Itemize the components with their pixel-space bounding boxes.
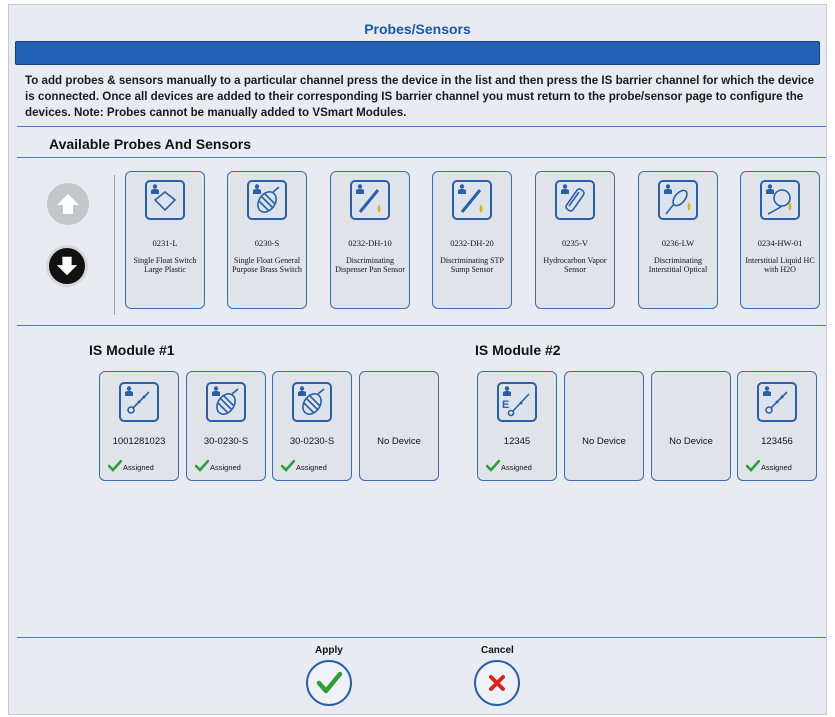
check-icon [195, 460, 209, 472]
probe-e-icon: E [497, 382, 537, 422]
svg-text:E: E [502, 399, 509, 411]
probe-card-0230-s[interactable]: 0230-S Single Float General Purpose Brass… [227, 171, 307, 309]
divider [17, 157, 826, 158]
optical-sensor-icon [658, 180, 698, 220]
check-icon [281, 460, 295, 472]
module-1-slot-1[interactable]: 1001281023 Assigned [99, 371, 179, 481]
probe-card-0236-lw[interactable]: 0236-LW Discriminating Interstitial Optic… [638, 171, 718, 309]
dialog-title: Probes/Sensors [364, 21, 471, 37]
module-2-slot-2[interactable]: No Device [564, 371, 644, 481]
vertical-separator [114, 175, 115, 315]
checkmark-icon [316, 671, 343, 694]
assigned-label: Assigned [296, 463, 327, 472]
probe-description: Hydrocarbon Vapor Sensor [543, 256, 607, 274]
assigned-label: Assigned [123, 463, 154, 472]
arrow-up-icon [57, 194, 79, 214]
sump-sensor-icon [452, 180, 492, 220]
device-label: 12345 [503, 436, 531, 447]
check-icon [486, 460, 500, 472]
probe-code: 0232-DH-10 [348, 238, 392, 248]
module-2-title: IS Module #2 [475, 342, 561, 358]
probe-card-0235-v[interactable]: 0235-V Hydrocarbon Vapor Sensor [535, 171, 615, 309]
apply-button[interactable] [306, 660, 352, 706]
probe-card-0232-dh-10[interactable]: 0232-DH-10 Discriminating Dispenser Pan S… [330, 171, 410, 309]
probe-card-0234-hw-01[interactable]: 0234-HW-01 Interstitial Liquid HC with H2… [740, 171, 820, 309]
cancel-button[interactable] [474, 660, 520, 706]
probe-icon [119, 382, 159, 422]
no-device-label: No Device [582, 436, 626, 447]
no-device-label: No Device [669, 436, 713, 447]
module-1-title: IS Module #1 [89, 342, 175, 358]
check-icon [746, 460, 760, 472]
probe-code: 0230-S [254, 238, 280, 248]
brass-float-icon [206, 382, 246, 422]
probe-description: Discriminating STP Sump Sensor [440, 256, 504, 274]
device-label: 30-0230-S [203, 436, 249, 447]
probe-code: 0232-DH-20 [450, 238, 494, 248]
liquid-sensor-icon [760, 180, 800, 220]
device-label: 30-0230-S [289, 436, 335, 447]
scroll-down-button[interactable] [46, 245, 88, 287]
module-1-slot-2[interactable]: 30-0230-S Assigned [186, 371, 266, 481]
probe-icon [757, 382, 797, 422]
divider [17, 637, 826, 638]
assigned-status: Assigned [746, 460, 792, 472]
assigned-label: Assigned [501, 463, 532, 472]
title-bar [15, 41, 820, 65]
probe-card-0231-l[interactable]: 0231-L Single Float Switch Large Plastic [125, 171, 205, 309]
cancel-label: Cancel [481, 645, 514, 656]
probe-code: 0235-V [562, 238, 588, 248]
assigned-label: Assigned [761, 463, 792, 472]
device-label: 123456 [761, 436, 793, 447]
assigned-status: Assigned [195, 460, 241, 472]
float-switch-icon [145, 180, 185, 220]
device-label: 1001281023 [112, 436, 166, 447]
probe-description: Single Float General Purpose Brass Switc… [232, 256, 302, 274]
module-1-slot-4[interactable]: No Device [359, 371, 439, 481]
scroll-up-button[interactable] [47, 183, 89, 225]
assigned-status: Assigned [486, 460, 532, 472]
probe-code: 0231-L [152, 238, 178, 248]
module-2-slot-1[interactable]: E 12345 Assigned [477, 371, 557, 481]
vapor-sensor-icon [555, 180, 595, 220]
brass-float-icon [247, 180, 287, 220]
probe-description: Single Float Switch Large Plastic [133, 256, 197, 274]
probe-description: Discriminating Interstitial Optical [648, 256, 708, 274]
module-2-slot-3[interactable]: No Device [651, 371, 731, 481]
available-heading: Available Probes And Sensors [49, 136, 252, 152]
probe-description: Interstitial Liquid HC with H2O [745, 256, 815, 274]
module-2-slot-4[interactable]: 123456 Assigned [737, 371, 817, 481]
probe-code: 0236-LW [661, 238, 695, 248]
assigned-status: Assigned [108, 460, 154, 472]
arrow-down-icon [56, 256, 78, 276]
probe-description: Discriminating Dispenser Pan Sensor [335, 256, 405, 274]
no-device-label: No Device [377, 436, 421, 447]
apply-label: Apply [315, 645, 343, 656]
dispenser-pan-sensor-icon [350, 180, 390, 220]
probe-card-0232-dh-20[interactable]: 0232-DH-20 Discriminating STP Sump Sensor [432, 171, 512, 309]
probes-sensors-dialog: Probes/Sensors To add probes & sensors m… [8, 4, 827, 715]
divider [17, 325, 826, 326]
check-icon [108, 460, 122, 472]
probe-code: 0234-HW-01 [757, 238, 803, 248]
module-1-slot-3[interactable]: 30-0230-S Assigned [272, 371, 352, 481]
divider [17, 126, 826, 127]
assigned-label: Assigned [210, 463, 241, 472]
assigned-status: Assigned [281, 460, 327, 472]
x-icon [489, 675, 505, 691]
brass-float-icon [292, 382, 332, 422]
instructions-text: To add probes & sensors manually to a pa… [25, 74, 815, 119]
